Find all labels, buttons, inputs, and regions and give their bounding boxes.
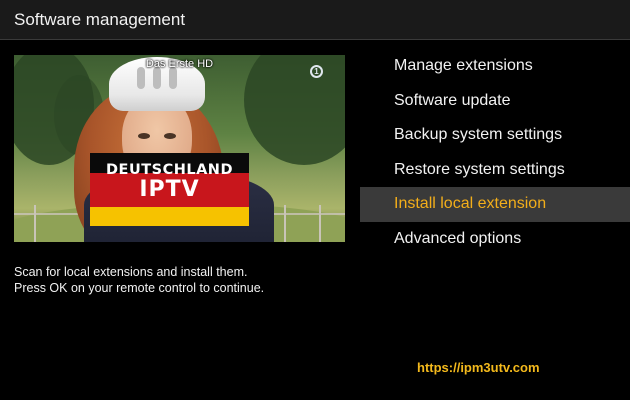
fence-post — [34, 205, 36, 242]
menu-item-manage-extensions[interactable]: Manage extensions — [360, 49, 630, 84]
channel-name: Das Erste HD — [145, 58, 214, 70]
software-menu: Manage extensions Software update Backup… — [360, 49, 630, 257]
fence-post — [319, 205, 321, 242]
menu-item-restore-settings[interactable]: Restore system settings — [360, 153, 630, 188]
menu-item-install-local-extension[interactable]: Install local extension — [360, 187, 630, 222]
help-text-line: Scan for local extensions and install th… — [14, 265, 248, 279]
overlay-text-iptv: IPTV — [139, 177, 200, 202]
person-eye — [138, 133, 150, 139]
help-text-line: Press OK on your remote control to conti… — [14, 281, 265, 295]
menu-item-advanced-options[interactable]: Advanced options — [360, 222, 630, 257]
menu-item-backup-settings[interactable]: Backup system settings — [360, 118, 630, 153]
tv-preview: Das Erste HD 1 DEUTSCHLAND IPTV — [14, 55, 345, 242]
help-text: Scan for local extensions and install th… — [14, 264, 264, 296]
window-title: Software management — [14, 10, 186, 29]
overlay-text-country: DEUTSCHLAND — [106, 162, 233, 178]
helmet-vent — [137, 67, 145, 89]
watermark-url: https://ipm3utv.com — [417, 360, 540, 375]
title-bar: Software management — [0, 0, 630, 40]
background-tree — [244, 55, 345, 165]
helmet-vent — [153, 67, 161, 89]
person-eye — [164, 133, 176, 139]
channel-logo-icon: 1 — [310, 65, 323, 78]
menu-item-software-update[interactable]: Software update — [360, 84, 630, 119]
helmet-vent — [169, 67, 177, 89]
fence-post — [284, 205, 286, 242]
iptv-flag-overlay: DEUTSCHLAND IPTV — [90, 153, 249, 226]
